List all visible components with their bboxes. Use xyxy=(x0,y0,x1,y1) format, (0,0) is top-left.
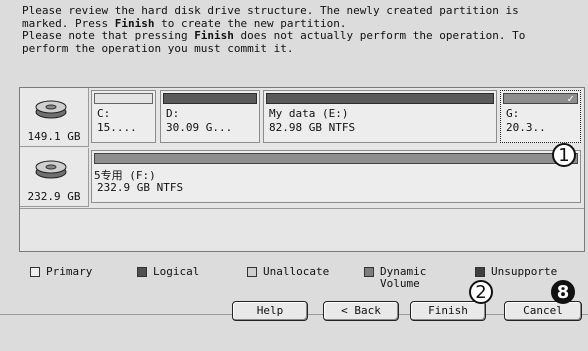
disk-2-cell[interactable]: 232.9 GB xyxy=(20,148,89,207)
back-button[interactable]: < Back xyxy=(323,301,399,321)
unsupported-swatch xyxy=(475,267,485,277)
cancel-label: Cancel xyxy=(523,304,563,317)
callout-8: 8 xyxy=(551,280,575,304)
partition-f[interactable]: 5专用 (F:) 232.9 GB NTFS xyxy=(91,150,581,203)
partition-e[interactable]: My data (E:) 82.98 GB NTFS xyxy=(263,90,497,143)
check-icon: ✓ xyxy=(567,92,574,105)
hard-disk-icon xyxy=(35,160,67,179)
legend-label: Logical xyxy=(153,265,200,278)
finish-label: Finish xyxy=(428,304,468,317)
partition-info: 20.3.. xyxy=(506,121,546,134)
help-button[interactable]: Help xyxy=(232,301,308,321)
legend-label: Primary xyxy=(46,265,93,278)
instructions-text: Please review the hard disk drive struct… xyxy=(22,4,582,55)
partition-g-new[interactable]: ✓ G: 20.3.. xyxy=(500,90,581,143)
disk-map: 149.1 GB C: 15.... D: 30.09 G... My data… xyxy=(19,87,585,252)
cancel-button[interactable]: Cancel xyxy=(504,301,582,321)
disk-size: 232.9 GB xyxy=(27,190,81,203)
partition-info: 82.98 GB NTFS xyxy=(269,121,356,134)
finish-button[interactable]: Finish xyxy=(410,301,486,321)
legend-label: Dynamic Volume xyxy=(380,265,427,290)
legend: Primary Logical Unallocate Dynamic Volume… xyxy=(0,266,588,294)
partition-d[interactable]: D: 30.09 G... xyxy=(160,90,260,143)
partition-info: 15.... xyxy=(97,121,137,134)
callout-2: 2 xyxy=(469,280,493,304)
partition-bar xyxy=(94,93,153,104)
instruction-line: perform the operation you must commit it… xyxy=(22,41,294,55)
dynamic-swatch xyxy=(364,267,374,277)
disk-row-1: 149.1 GB C: 15.... D: 30.09 G... My data… xyxy=(20,88,584,148)
partition-bar xyxy=(163,93,257,104)
partition-bar xyxy=(94,153,578,164)
empty-area xyxy=(20,208,584,251)
legend-label: Unsupporte xyxy=(491,265,558,278)
disk-size: 149.1 GB xyxy=(27,130,81,143)
primary-swatch xyxy=(30,267,40,277)
hard-disk-icon xyxy=(35,100,67,119)
back-label: < Back xyxy=(341,304,381,317)
partition-bar xyxy=(266,93,494,104)
partition-c[interactable]: C: 15.... xyxy=(91,90,156,143)
logical-swatch xyxy=(137,267,147,277)
callout-1: 1 xyxy=(552,143,576,167)
disk-1-cell[interactable]: 149.1 GB xyxy=(20,88,89,147)
partition-label: D: xyxy=(166,107,180,120)
partition-info: 232.9 GB NTFS xyxy=(97,181,184,194)
help-label: Help xyxy=(256,304,284,317)
partition-info: 30.09 G... xyxy=(166,121,233,134)
partition-label: My data (E:) xyxy=(269,107,349,120)
partition-label: C: xyxy=(97,107,111,120)
unallocated-swatch xyxy=(247,267,257,277)
legend-label: Unallocate xyxy=(263,265,330,278)
partition-label: G: xyxy=(506,107,520,120)
disk-row-2: 232.9 GB 5专用 (F:) 232.9 GB NTFS xyxy=(20,148,584,208)
